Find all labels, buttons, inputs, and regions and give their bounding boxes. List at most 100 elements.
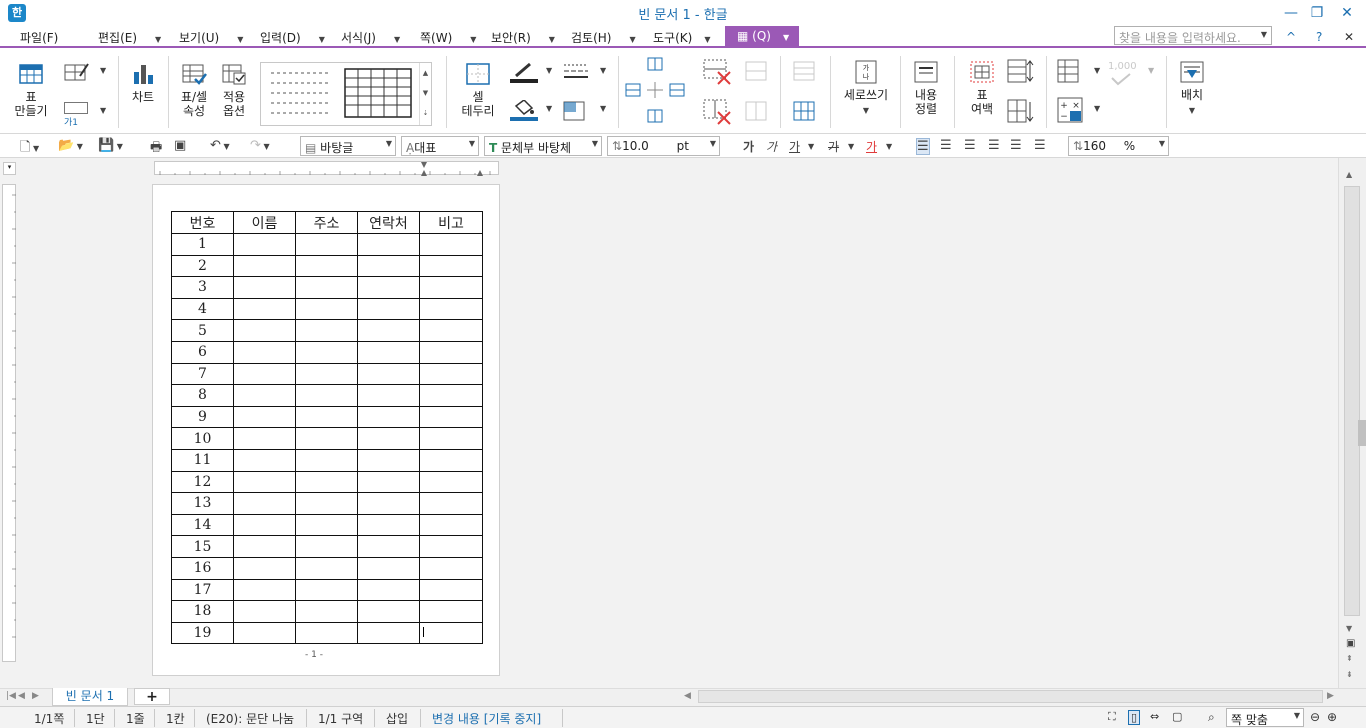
table-cell[interactable] bbox=[295, 362, 358, 386]
line-spacing-input[interactable]: ⇅160 % ▼ bbox=[1068, 136, 1169, 156]
table-cell[interactable] bbox=[295, 470, 358, 494]
row-number-cell[interactable]: 18 bbox=[171, 600, 234, 623]
table-cell[interactable] bbox=[419, 492, 483, 515]
font-select[interactable]: T 문체부 바탕체 ▼ bbox=[484, 136, 602, 156]
table-cell[interactable] bbox=[295, 492, 358, 515]
table-cell[interactable] bbox=[233, 578, 296, 602]
table-cell[interactable] bbox=[233, 535, 296, 558]
align-center-icon[interactable]: ☰ bbox=[964, 138, 976, 153]
table-row[interactable]: 18 bbox=[171, 600, 483, 623]
table-cell[interactable] bbox=[295, 427, 358, 450]
ruler-corner-icon[interactable]: ▾ bbox=[3, 162, 16, 175]
cell-width-equal-icon[interactable] bbox=[792, 100, 818, 124]
table-margin-button[interactable]: 표 여백 bbox=[962, 60, 1002, 116]
horizontal-ruler[interactable] bbox=[154, 161, 499, 176]
table-header-row[interactable]: 번호 이름 주소 연락처 비고 bbox=[171, 211, 483, 234]
tab-next-icon[interactable]: ▶ bbox=[32, 691, 39, 701]
table-cell[interactable] bbox=[419, 297, 483, 321]
table-row[interactable]: 4 bbox=[171, 297, 483, 321]
table-cell[interactable] bbox=[233, 470, 296, 494]
text-color-dropdown-icon[interactable]: ▼ bbox=[886, 142, 892, 151]
table-row[interactable]: 3 bbox=[171, 276, 483, 299]
table-cell[interactable] bbox=[233, 362, 296, 386]
row-number-cell[interactable]: 6 bbox=[171, 340, 234, 364]
table-cell[interactable] bbox=[357, 405, 420, 429]
paragraph-style-select[interactable]: ▤ 바탕글 ▼ bbox=[300, 136, 396, 156]
insert-row-col-group[interactable] bbox=[624, 56, 686, 132]
italic-button[interactable]: 가 bbox=[766, 138, 777, 155]
table-row[interactable]: 11 bbox=[171, 448, 483, 472]
ribbon-collapse-icon[interactable]: ^ bbox=[1286, 30, 1296, 44]
apply-options-button[interactable]: 적용 옵션 bbox=[214, 62, 254, 118]
table-cell[interactable] bbox=[233, 297, 296, 321]
table-row[interactable]: 5 bbox=[171, 319, 483, 342]
formula-button[interactable]: + × − ▼ bbox=[1056, 96, 1104, 126]
menu-file[interactable]: 파일(F) bbox=[20, 29, 58, 46]
zoom-search-icon[interactable]: ⌕ bbox=[1208, 710, 1215, 725]
document-tab[interactable]: 빈 문서 1 bbox=[52, 688, 128, 706]
align-divide-icon[interactable]: ☰ bbox=[1034, 138, 1046, 153]
row-number-cell[interactable]: 14 bbox=[171, 513, 234, 537]
merge-cells-icon[interactable] bbox=[744, 60, 770, 84]
table-cell[interactable] bbox=[295, 384, 358, 407]
scroll-down-icon[interactable]: ▼ bbox=[1346, 624, 1352, 633]
table-cell[interactable] bbox=[295, 535, 358, 558]
font-size-input[interactable]: ⇅10.0 pt ▼ bbox=[607, 136, 720, 156]
table-cell[interactable] bbox=[357, 319, 420, 342]
table-cell[interactable] bbox=[295, 513, 358, 537]
cell-border-button[interactable]: 셀 테두리 bbox=[456, 62, 500, 118]
menu-input[interactable]: 입력(D) ▼ bbox=[260, 29, 325, 46]
table-cell[interactable] bbox=[357, 297, 420, 321]
menu-edit[interactable]: 편집(E) ▼ bbox=[98, 29, 161, 46]
new-document-icon[interactable]: 🗋 ▼ bbox=[20, 138, 39, 160]
preview-icon[interactable]: ▣ bbox=[174, 138, 186, 153]
table-row[interactable]: 6 bbox=[171, 340, 483, 364]
close-doc-icon[interactable]: ✕ bbox=[1344, 30, 1354, 44]
table-cell[interactable] bbox=[419, 556, 483, 580]
align-left-icon[interactable]: ☰ bbox=[940, 138, 952, 153]
table-cell[interactable] bbox=[419, 405, 483, 429]
menu-tools[interactable]: 도구(K) ▼ bbox=[653, 29, 710, 46]
text-color-button[interactable]: 가 bbox=[866, 138, 877, 155]
chart-button[interactable]: 차트 bbox=[124, 62, 162, 104]
status-cell[interactable]: 1칸 bbox=[166, 710, 185, 727]
table-cell[interactable] bbox=[295, 578, 358, 602]
menu-format[interactable]: 서식(J) ▼ bbox=[341, 29, 400, 46]
table-cell[interactable] bbox=[357, 492, 420, 515]
table-row[interactable]: 1 bbox=[171, 233, 483, 256]
table-cell[interactable] bbox=[419, 448, 483, 472]
char-sample-button[interactable]: 가1 ▼ bbox=[64, 102, 110, 128]
line-style-button[interactable]: ▼ bbox=[562, 62, 608, 84]
row-number-cell[interactable]: 3 bbox=[171, 276, 234, 299]
table-cell[interactable] bbox=[419, 233, 483, 256]
row-number-cell[interactable]: 5 bbox=[171, 319, 234, 342]
page-mode-icon[interactable]: ▯ bbox=[1128, 710, 1141, 725]
status-column[interactable]: 1단 bbox=[86, 710, 105, 727]
strike-button[interactable]: 가 bbox=[828, 138, 839, 155]
table-cell[interactable] bbox=[419, 600, 483, 623]
table-cell[interactable] bbox=[419, 578, 483, 602]
table-cell[interactable] bbox=[233, 384, 296, 407]
table-cell[interactable] bbox=[233, 556, 296, 580]
cell-height-equal-icon[interactable] bbox=[792, 60, 818, 84]
vertical-scrollbar[interactable]: ▲ ▼ ▣ ⇞ ⇟ bbox=[1338, 158, 1366, 688]
menu-view[interactable]: 보기(U) ▼ bbox=[179, 29, 243, 46]
header-cell-number[interactable]: 번호 bbox=[171, 211, 234, 234]
align-distribute-icon[interactable]: ☰ bbox=[1010, 138, 1022, 153]
table-cell[interactable] bbox=[419, 470, 483, 494]
table-row[interactable]: 10 bbox=[171, 427, 483, 450]
table-row[interactable]: 16 bbox=[171, 556, 483, 580]
header-cell-name[interactable]: 이름 bbox=[233, 211, 296, 234]
table-row[interactable]: 15 bbox=[171, 535, 483, 558]
row-number-cell[interactable]: 16 bbox=[171, 556, 234, 580]
open-folder-icon[interactable]: 📂 ▼ bbox=[58, 138, 83, 153]
cell-calc-button[interactable]: ▼ bbox=[1056, 58, 1104, 86]
table-cell[interactable] bbox=[419, 362, 483, 386]
table-cell[interactable] bbox=[419, 427, 483, 450]
language-select[interactable]: Ạ대표 ▼ bbox=[401, 136, 479, 156]
document-table[interactable]: 번호 이름 주소 연락처 비고 1 2 3 4 5 6 7 8 9 10 11 12 13 14 15 16 1… bbox=[171, 211, 483, 645]
table-cell[interactable] bbox=[357, 233, 420, 256]
table-cell[interactable] bbox=[233, 448, 296, 472]
table-cell[interactable] bbox=[357, 384, 420, 407]
table-cell[interactable] bbox=[357, 254, 420, 278]
